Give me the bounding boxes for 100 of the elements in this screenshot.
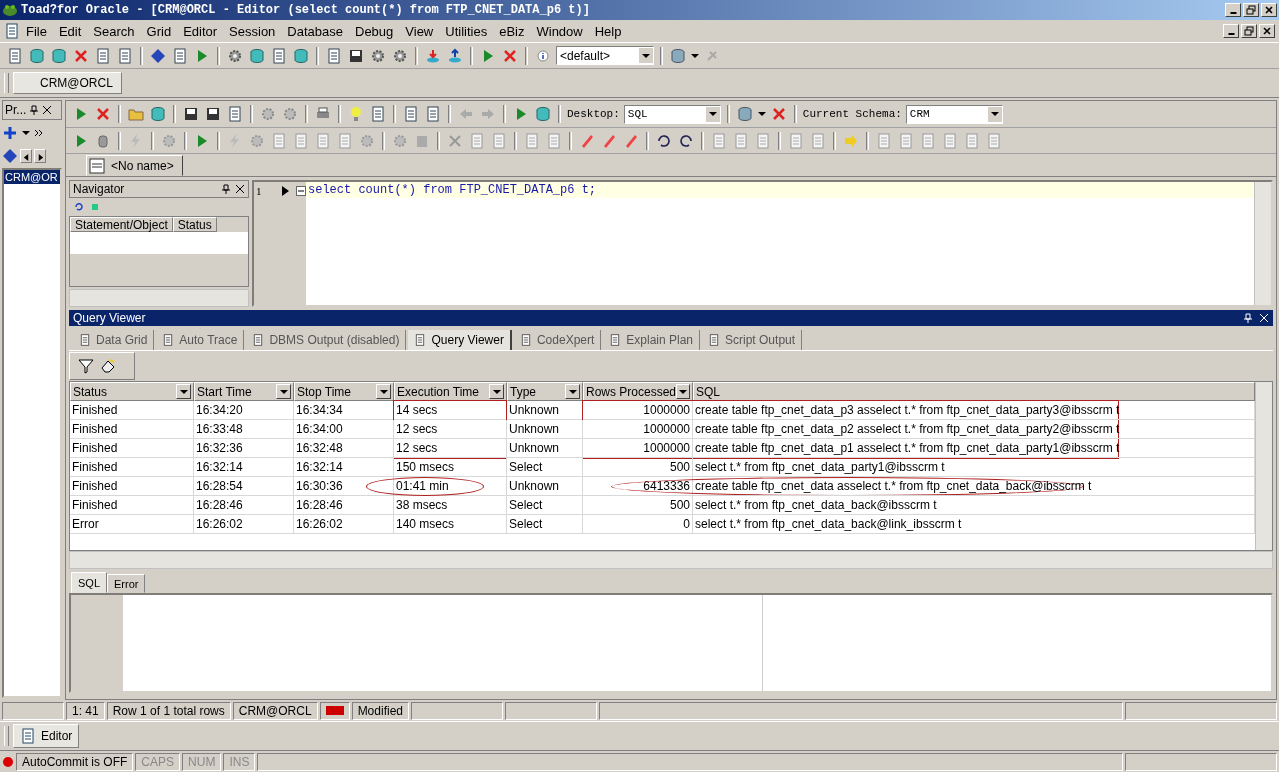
horizontal-scrollbar[interactable]: [69, 551, 1273, 569]
document-icon[interactable]: [95, 47, 111, 64]
bulb-icon[interactable]: [348, 106, 364, 122]
document-icon[interactable]: [986, 132, 1002, 149]
document-icon[interactable]: [4, 23, 20, 39]
close-button[interactable]: [1261, 3, 1277, 17]
refresh-icon[interactable]: [74, 202, 84, 212]
document-icon[interactable]: [227, 106, 243, 122]
database-icon[interactable]: [293, 47, 309, 64]
document-icon[interactable]: [469, 132, 485, 149]
pin-icon[interactable]: [29, 105, 40, 115]
code-editor[interactable]: 1 select count(*) from FTP_CNET_DATA_p6 t;: [252, 180, 1273, 307]
minimize-button[interactable]: [1225, 3, 1241, 17]
document-icon[interactable]: [271, 132, 287, 149]
horizontal-scrollbar[interactable]: [69, 289, 249, 307]
cross-icon[interactable]: [447, 132, 463, 149]
database-icon[interactable]: [535, 106, 551, 122]
document-icon[interactable]: [337, 132, 353, 149]
document-icon[interactable]: [7, 47, 23, 64]
dropdown-button[interactable]: [565, 384, 580, 399]
pen-icon[interactable]: [601, 132, 617, 149]
document-icon[interactable]: [326, 47, 342, 64]
detail-tab[interactable]: SQL: [71, 572, 107, 593]
document-icon[interactable]: [788, 132, 804, 149]
caret-icon[interactable]: [757, 112, 766, 116]
cross-icon[interactable]: [95, 106, 111, 122]
menu-item[interactable]: Session: [223, 23, 282, 39]
plus-icon[interactable]: [2, 125, 18, 141]
menu-item[interactable]: Utilities: [439, 23, 494, 39]
database-icon[interactable]: [150, 106, 166, 122]
document-icon[interactable]: [271, 47, 287, 64]
close-icon[interactable]: [42, 105, 53, 115]
document-icon[interactable]: [524, 132, 540, 149]
document-icon[interactable]: [546, 132, 562, 149]
menu-item[interactable]: Debug: [349, 23, 400, 39]
caret-icon[interactable]: [691, 53, 699, 58]
info-icon[interactable]: [535, 47, 551, 64]
editor-tab[interactable]: <No name>: [86, 155, 183, 176]
dropdown-button[interactable]: [489, 384, 504, 399]
restore-button[interactable]: [1241, 24, 1257, 38]
scroll-right-button[interactable]: [34, 149, 46, 163]
menu-item[interactable]: Help: [588, 23, 628, 39]
pen-icon[interactable]: [623, 132, 639, 149]
caret-icon[interactable]: [22, 131, 30, 135]
table-row[interactable]: Finished 16:33:48 16:34:00 12 secs Unknown 1000000 create table ftp_cnet_data_p2 asselect t.* from ftp_cnet_data_party2@ibsscrm t: [70, 420, 1255, 439]
dropdown-button[interactable]: [676, 384, 690, 399]
database-icon[interactable]: [736, 106, 753, 122]
column-header[interactable]: Status: [172, 217, 217, 232]
document-icon[interactable]: [425, 106, 441, 122]
table-row[interactable]: Finished 16:32:36 16:32:48 12 secs Unknown 1000000 create table ftp_cnet_data_p1 asselect t.* from ftp_cnet_data_party1@ibsscrm t: [70, 439, 1255, 458]
document-icon[interactable]: [898, 132, 914, 149]
document-icon[interactable]: [920, 132, 936, 149]
gear-icon[interactable]: [370, 47, 386, 64]
detail-tab[interactable]: Error: [107, 574, 146, 593]
menu-item[interactable]: View: [399, 23, 440, 39]
table-row[interactable]: Error 16:26:02 16:26:02 140 msecs Select 0 select t.* from ftp_cnet_data_back@link_ibsscrm t: [70, 515, 1255, 534]
filter-icon[interactable]: [78, 358, 94, 374]
document-icon[interactable]: [491, 132, 507, 149]
minimize-button[interactable]: [1223, 24, 1239, 38]
column-header[interactable]: Statement/Object: [70, 217, 173, 232]
document-icon[interactable]: [315, 132, 331, 149]
connection-tab[interactable]: CRM@ORCL: [13, 72, 122, 94]
table-row[interactable]: Finished 16:28:46 16:28:46 38 msecs Select 500 select t.* from ftp_cnet_data_back@ibsscrm t: [70, 496, 1255, 515]
pin-icon[interactable]: [221, 184, 231, 194]
table-row[interactable]: Finished 16:32:14 16:32:14 150 msecs Select 500 select t.* from ftp_cnet_data_party1@ibsscrm t: [70, 458, 1255, 477]
document-icon[interactable]: [117, 47, 133, 64]
menu-item[interactable]: eBiz: [493, 23, 531, 39]
document-icon[interactable]: [293, 132, 309, 149]
gear-icon[interactable]: [392, 47, 408, 64]
pen-icon[interactable]: [579, 132, 595, 149]
document-icon[interactable]: [942, 132, 958, 149]
cross-icon[interactable]: [73, 47, 89, 64]
menu-item[interactable]: File: [20, 23, 53, 39]
schema-dropdown[interactable]: CRM: [905, 104, 1003, 124]
database-icon[interactable]: [249, 47, 265, 64]
sql-text-area[interactable]: [69, 593, 1273, 693]
menu-item[interactable]: Window: [530, 23, 589, 39]
diamond-icon[interactable]: [150, 47, 166, 64]
menu-item[interactable]: Edit: [52, 23, 88, 39]
close-icon[interactable]: [235, 184, 245, 194]
diamond-icon[interactable]: [2, 148, 18, 164]
table-row[interactable]: Finished 16:28:54 16:30:36 01:41 min Unknown 6413336 create table ftp_cnet_data asselect t.* from ftp_cnet_data_back@ibsscrm t: [70, 477, 1255, 496]
scroll-left-button[interactable]: [20, 149, 32, 163]
menu-item[interactable]: Grid: [140, 23, 178, 39]
up-icon[interactable]: [447, 47, 463, 64]
menu-item[interactable]: Database: [281, 23, 349, 39]
result-tab[interactable]: Query Viewer: [408, 330, 512, 350]
collapse-icon[interactable]: [296, 186, 306, 196]
layout-dropdown[interactable]: <default>: [556, 46, 654, 65]
desktop-dropdown[interactable]: SQL: [623, 104, 721, 124]
connection-item[interactable]: CRM@OR: [4, 170, 60, 184]
taskbar-button[interactable]: Editor: [13, 724, 80, 748]
document-icon[interactable]: [370, 106, 386, 122]
document-icon[interactable]: [733, 132, 749, 149]
restore-button[interactable]: [1243, 3, 1259, 17]
database-icon[interactable]: [51, 47, 67, 64]
dropdown-button[interactable]: [276, 384, 291, 399]
database-icon[interactable]: [670, 47, 686, 64]
dropdown-button[interactable]: [176, 384, 191, 399]
document-icon[interactable]: [876, 132, 892, 149]
